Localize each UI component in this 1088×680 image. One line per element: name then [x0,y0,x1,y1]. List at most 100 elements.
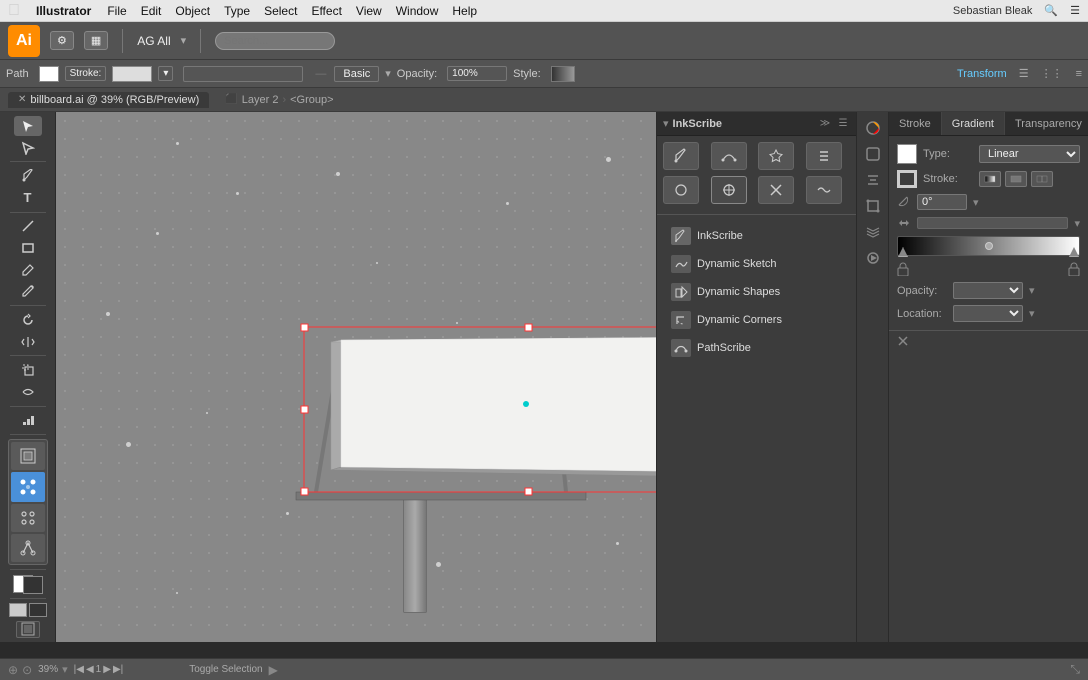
doc-close-btn[interactable]: ✕ [18,94,26,105]
fill-color-box[interactable] [39,66,59,82]
gradient-midpoint[interactable] [985,242,993,250]
align-panel-icon[interactable] [861,168,885,192]
inkscribe-anchor-tool[interactable] [806,142,842,170]
type-tool[interactable]: T [14,188,42,208]
gradient-tab[interactable]: Gradient [942,112,1005,135]
style-preview[interactable] [551,66,575,82]
direct-select-tool[interactable] [14,138,42,158]
inkscribe-item-dynamic-sketch[interactable]: Dynamic Sketch [665,251,848,277]
inkscribe-star-tool[interactable] [758,142,794,170]
inkscribe-collapse-icon[interactable]: ▾ [663,117,669,130]
transparency-tab[interactable]: Transparency [1005,112,1088,135]
apple-menu[interactable]:  [8,2,20,20]
artboard-last-btn[interactable]: ▶| [113,664,123,675]
menu-file[interactable]: File [107,4,126,18]
location-select[interactable] [953,305,1023,322]
group-label[interactable]: <Group> [290,94,333,106]
search-icon[interactable]: 🔍 [1044,4,1058,17]
inkscribe-item-pathscribe[interactable]: PathScribe [665,335,848,361]
inkscribe-pen-tool[interactable] [663,142,699,170]
doc-setup-btn[interactable]: ⚙ [50,31,74,50]
stroke-opt-2[interactable] [1005,171,1027,187]
stroke-tab[interactable]: Stroke [889,112,942,135]
panel-options-icon[interactable]: ≡ [1076,68,1082,80]
gradient-stop-left[interactable] [898,247,908,257]
gradient-bar[interactable] [897,236,1080,256]
menu-effect[interactable]: Effect [311,4,341,18]
angle-input[interactable]: 0° [917,194,967,210]
menu-edit[interactable]: Edit [141,4,162,18]
line-tool[interactable] [14,216,42,236]
stroke-swatch[interactable] [897,170,917,188]
menu-view[interactable]: View [356,4,382,18]
screen-mode-btn[interactable] [16,621,40,639]
graph-tool[interactable] [14,410,42,430]
menu-window[interactable]: Window [396,4,439,18]
canvas-area[interactable] [56,112,656,642]
pencil-tool[interactable] [14,282,42,302]
select-tool[interactable] [14,116,42,136]
artboard-prev-btn[interactable]: ◀ [86,664,94,675]
menu-object[interactable]: Object [175,4,210,18]
gradient-stop-right[interactable] [1069,247,1079,257]
opacity-value[interactable]: 100% [447,66,507,81]
align-btn[interactable]: ☰ [1016,66,1032,81]
fg-color-box[interactable] [23,576,43,594]
options-btn[interactable]: ⋮⋮ [1038,66,1066,81]
location-dropdown-arrow[interactable]: ▾ [1029,307,1035,320]
preview-mode-btn[interactable] [29,603,47,617]
inkscribe-expand-btn[interactable]: ≫ [818,117,832,131]
zoom-in-icon[interactable]: ⊕ [8,663,18,677]
inkscribe-wave-tool[interactable] [806,176,842,204]
warp-tool[interactable] [14,382,42,402]
menu-select[interactable]: Select [264,4,297,18]
color-panel-icon[interactable] [861,116,885,140]
opacity-select[interactable] [953,282,1023,299]
artboard-first-btn[interactable]: |◀ [74,664,84,675]
stroke-weight[interactable] [183,66,303,82]
layers-panel-icon[interactable] [861,220,885,244]
inkscribe-options-btn[interactable]: ☰ [836,117,850,131]
anchor-tool[interactable] [11,504,45,532]
menu-type[interactable]: Type [224,4,250,18]
scale-tool[interactable] [14,360,42,380]
transform-tool[interactable] [11,472,45,502]
layer-label[interactable]: Layer 2 [242,94,279,106]
doc-tab-item[interactable]: ✕ billboard.ai @ 39% (RGB/Preview) [8,92,209,108]
zoom-out-icon[interactable]: ⊙ [22,663,32,677]
control-icon[interactable]: ☰ [1070,4,1080,17]
menu-help[interactable]: Help [452,4,477,18]
transform-btn[interactable]: Transform [954,67,1010,81]
rectangle-tool[interactable] [14,238,42,258]
inkscribe-item-dynamic-shapes[interactable]: Dynamic Shapes [665,279,848,305]
normal-mode-btn[interactable] [9,603,27,617]
transform-panel-icon[interactable] [861,194,885,218]
inkscribe-item-dynamic-corners[interactable]: Dynamic Corners [665,307,848,333]
opacity-dropdown-arrow[interactable]: ▾ [1029,284,1035,297]
search-input[interactable] [215,32,335,50]
toggle-selection-arrow[interactable]: ▶ [269,663,278,677]
delete-stop-icon[interactable] [897,335,909,347]
inkscribe-item-inkscribe[interactable]: InkScribe [665,223,848,249]
appearance-panel-icon[interactable] [861,142,885,166]
mirror-tool[interactable] [14,332,42,352]
pen-tool[interactable] [14,166,42,186]
gradient-type-select[interactable]: Linear Radial [979,145,1080,163]
inkscribe-cross-tool[interactable] [758,176,794,204]
stroke-color-box[interactable] [112,66,152,82]
stroke-opt-3[interactable] [1031,171,1053,187]
node-tool[interactable] [11,534,45,562]
inkscribe-crosshair-tool[interactable] [711,176,747,204]
rotate-tool[interactable] [14,310,42,330]
ag-dropdown-icon[interactable]: ▾ [181,34,187,47]
zoom-percent-display[interactable]: 39% [38,664,58,675]
stroke-options[interactable]: ▾ [158,66,173,81]
grid-select-tool[interactable] [11,442,45,470]
zoom-dropdown-arrow[interactable]: ▾ [62,663,68,676]
stroke-style-arrow[interactable]: ▾ [385,67,391,80]
stroke-style-basic[interactable]: Basic [334,66,379,82]
actions-panel-icon[interactable] [861,246,885,270]
paintbrush-tool[interactable] [14,260,42,280]
fill-swatch[interactable] [897,144,917,164]
inkscribe-curve-tool[interactable] [711,142,747,170]
